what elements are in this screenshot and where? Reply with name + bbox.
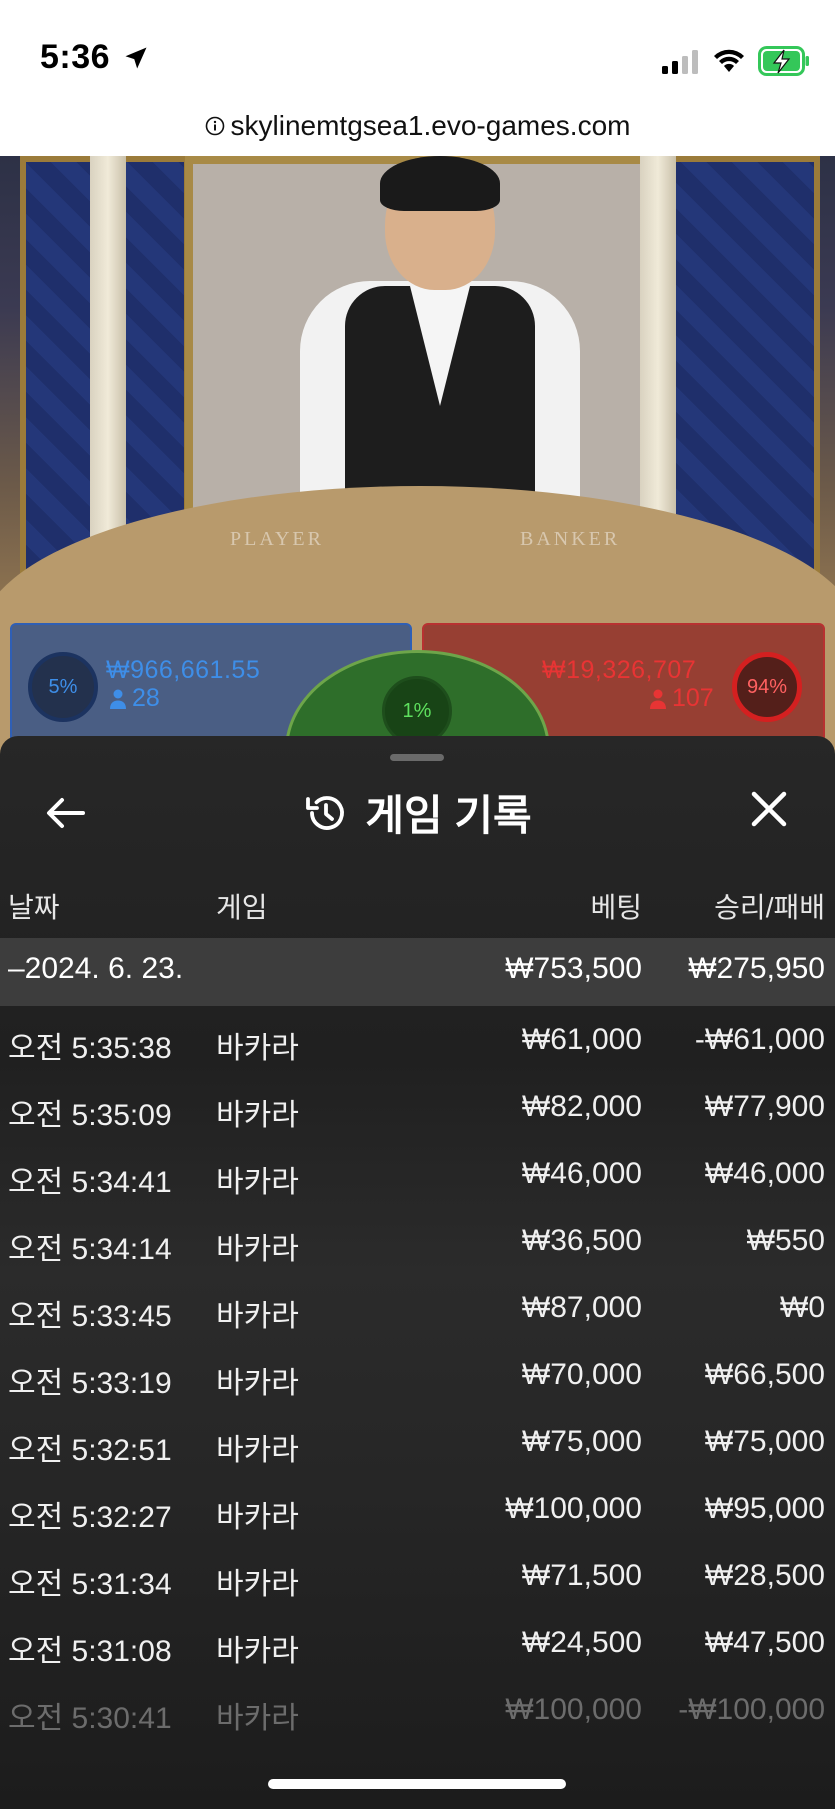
row-bet: ₩46,000 <box>521 1157 642 1190</box>
home-indicator[interactable] <box>268 1779 566 1789</box>
game-history-sheet: 게임 기록 날짜 게임 베팅 승리/패배 –2024. 6. 23. ₩753,… <box>0 736 835 1809</box>
row-game: 바카라 <box>216 1635 299 1668</box>
row-bet: ₩87,000 <box>521 1291 642 1324</box>
column-header-result[interactable]: 승리/패배 <box>714 886 825 926</box>
banker-percent-ring: 94% <box>732 652 802 722</box>
row-game: 바카라 <box>216 1568 299 1601</box>
dealer-hair <box>380 156 500 211</box>
tie-percent: 1% <box>402 699 432 722</box>
row-game: 바카라 <box>216 1367 299 1400</box>
row-game: 바카라 <box>216 1300 299 1333</box>
history-row[interactable]: 오전 5:34:41 바카라 ₩46,000 ₩46,000 <box>0 1140 835 1207</box>
sheet-header: 게임 기록 <box>0 782 835 843</box>
battery-charging-icon <box>758 46 809 76</box>
sheet-title: 게임 기록 <box>365 792 532 839</box>
row-time: 오전 5:33:45 <box>8 1300 172 1333</box>
summary-bet: ₩753,500 <box>505 952 642 985</box>
row-time: 오전 5:32:27 <box>8 1501 172 1534</box>
close-button[interactable] <box>744 784 794 834</box>
info-icon <box>205 116 224 136</box>
row-time: 오전 5:34:41 <box>8 1166 172 1199</box>
history-row[interactable]: 오전 5:35:09 바카라 ₩82,000 ₩77,900 <box>0 1073 835 1140</box>
row-game: 바카라 <box>216 1032 299 1065</box>
row-time: 오전 5:32:51 <box>8 1434 172 1467</box>
history-row[interactable]: 오전 5:32:27 바카라 ₩100,000 ₩95,000 <box>0 1475 835 1542</box>
column-header-bet[interactable]: 베팅 <box>590 886 642 926</box>
row-result: ₩75,000 <box>704 1425 825 1458</box>
player-bet-amount: ₩966,661.55 <box>106 656 261 684</box>
row-bet: ₩82,000 <box>521 1090 642 1123</box>
address-bar[interactable]: skylinemtgsea1.evo-games.com <box>0 100 835 156</box>
row-result: ₩77,900 <box>704 1090 825 1123</box>
row-result: ₩28,500 <box>704 1559 825 1592</box>
table-word-banker: BANKER <box>520 528 621 550</box>
column-header-date[interactable]: 날짜 <box>8 886 60 926</box>
history-row[interactable]: 오전 5:32:51 바카라 ₩75,000 ₩75,000 <box>0 1408 835 1475</box>
history-row[interactable]: 오전 5:33:45 바카라 ₩87,000 ₩0 <box>0 1274 835 1341</box>
row-game: 바카라 <box>216 1233 299 1266</box>
row-result: -₩61,000 <box>694 1023 825 1056</box>
column-header-game[interactable]: 게임 <box>216 886 268 926</box>
row-time: 오전 5:35:09 <box>8 1099 172 1132</box>
row-result: ₩47,500 <box>704 1626 825 1659</box>
row-time: 오전 5:33:19 <box>8 1367 172 1400</box>
location-arrow-icon <box>125 47 147 69</box>
row-bet: ₩75,000 <box>521 1425 642 1458</box>
player-percent-ring: 5% <box>28 652 98 722</box>
row-bet: ₩24,500 <box>521 1626 642 1659</box>
banker-bet-amount: ₩19,326,707 <box>542 656 697 684</box>
row-time: 오전 5:35:38 <box>8 1032 172 1065</box>
row-game: 바카라 <box>216 1434 299 1467</box>
row-game: 바카라 <box>216 1166 299 1199</box>
status-time: 5:36 <box>40 38 111 76</box>
wifi-icon <box>714 49 744 72</box>
history-row[interactable]: 오전 5:33:19 바카라 ₩70,000 ₩66,500 <box>0 1341 835 1408</box>
summary-date: –2024. 6. 23. <box>8 952 184 985</box>
history-list: 오전 5:35:38 바카라 ₩61,000 -₩61,000 오전 5:35:09 바… <box>0 1006 835 1743</box>
banker-count: 107 <box>650 684 714 713</box>
url-text: skylinemtgsea1.evo-games.com <box>230 110 631 141</box>
history-row[interactable]: 오전 5:35:38 바카라 ₩61,000 -₩61,000 <box>0 1006 835 1073</box>
banker-count-value: 107 <box>672 684 714 712</box>
row-game: 바카라 <box>216 1501 299 1534</box>
person-icon <box>110 689 126 709</box>
row-bet: ₩61,000 <box>521 1023 642 1056</box>
row-result: ₩95,000 <box>704 1492 825 1525</box>
row-result: ₩550 <box>746 1224 825 1257</box>
sheet-grabber[interactable] <box>390 754 444 761</box>
player-count-value: 28 <box>132 684 160 712</box>
summary-result: ₩275,950 <box>688 952 825 985</box>
table-word-player: PLAYER <box>230 528 324 550</box>
close-icon <box>751 791 787 827</box>
banker-percent: 94% <box>746 675 788 698</box>
history-row[interactable]: 오전 5:34:14 바카라 ₩36,500 ₩550 <box>0 1207 835 1274</box>
history-row[interactable]: 오전 5:31:08 바카라 ₩24,500 ₩47,500 <box>0 1609 835 1676</box>
history-row[interactable]: 오전 5:30:41 바카라 ₩100,000 -₩100,000 <box>0 1676 835 1743</box>
date-summary-row[interactable]: –2024. 6. 23. ₩753,500 ₩275,950 <box>0 938 835 1006</box>
row-result: ₩46,000 <box>704 1157 825 1190</box>
row-bet: ₩100,000 <box>505 1693 642 1726</box>
status-bar: 5:36 <box>0 0 835 100</box>
row-bet: ₩70,000 <box>521 1358 642 1391</box>
row-game: 바카라 <box>216 1702 299 1735</box>
row-time: 오전 5:30:41 <box>8 1702 172 1735</box>
row-result: ₩66,500 <box>704 1358 825 1391</box>
player-count: 28 <box>110 684 160 713</box>
signal-icon <box>662 50 698 74</box>
row-bet: ₩36,500 <box>521 1224 642 1257</box>
row-game: 바카라 <box>216 1099 299 1132</box>
row-result: ₩0 <box>780 1291 825 1324</box>
row-time: 오전 5:34:14 <box>8 1233 172 1266</box>
row-time: 오전 5:31:08 <box>8 1635 172 1668</box>
row-bet: ₩71,500 <box>521 1559 642 1592</box>
row-bet: ₩100,000 <box>505 1492 642 1525</box>
player-percent: 5% <box>48 675 78 698</box>
history-row[interactable]: 오전 5:31:34 바카라 ₩71,500 ₩28,500 <box>0 1542 835 1609</box>
history-icon <box>306 795 345 830</box>
person-icon <box>650 689 666 709</box>
row-result: -₩100,000 <box>678 1693 825 1726</box>
row-time: 오전 5:31:34 <box>8 1568 172 1601</box>
